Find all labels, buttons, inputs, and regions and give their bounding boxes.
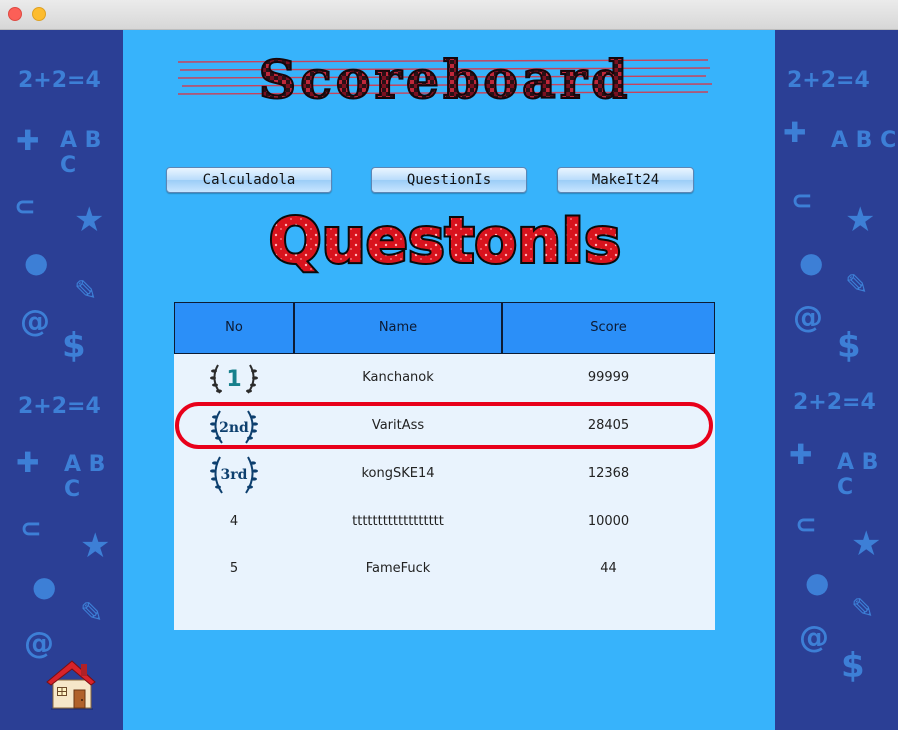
makeit24-button[interactable]: MakeIt24 — [557, 167, 694, 193]
rank-label: 3rd — [221, 467, 248, 483]
math-text: 2+2=4 — [18, 394, 101, 419]
column-header-score[interactable]: Score — [502, 302, 715, 354]
pencil-icon: ✎ — [80, 596, 104, 629]
player-name: FameFuck — [365, 561, 431, 576]
scoreboard-title: Scoreboard — [178, 49, 713, 108]
table-row[interactable]: 1 Kanchanok 99999 — [174, 354, 715, 402]
player-name: VaritAss — [371, 418, 425, 433]
paperclip-icon: ⊂ — [795, 510, 817, 540]
spiral-icon: @ — [24, 626, 54, 661]
right-decor-panel: 2+2=4 ✚ A B C ⊂ ★ ● ✎ @ $ 2+2=4 ✚ A B C … — [775, 30, 898, 730]
scoreboard-title-text: Scoreboard — [259, 50, 632, 108]
puzzle-icon: ✚ — [16, 124, 40, 157]
rank-cell: 3rd — [174, 450, 294, 498]
star-icon: ★ — [845, 200, 876, 240]
math-text: 2+2=4 — [18, 68, 101, 93]
player-name: kongSKE14 — [361, 466, 435, 481]
minimize-window-button[interactable] — [32, 7, 46, 21]
rank-cell: 1 — [174, 354, 294, 402]
table-row[interactable]: 2nd VaritAss 28405 — [174, 402, 715, 450]
puzzle-icon: ✚ — [783, 116, 807, 149]
dollar-icon: $ — [62, 326, 86, 366]
dollar-icon: $ — [837, 326, 861, 366]
column-header-no[interactable]: No — [174, 302, 294, 354]
table-row[interactable]: 4 tttttttttttttttttt 10000 — [174, 498, 715, 546]
player-score: 10000 — [587, 514, 630, 529]
pencil-icon: ✎ — [845, 268, 869, 301]
questionis-button[interactable]: QuestionIs — [371, 167, 527, 193]
abc-text: A B C — [60, 128, 102, 178]
table-row[interactable]: 5 FameFuck 44 — [174, 545, 715, 593]
star-icon: ★ — [80, 526, 111, 566]
table-row[interactable]: 3rd kongSKE14 12368 — [174, 450, 715, 498]
column-header-name[interactable]: Name — [294, 302, 502, 354]
table-header: No Name Score — [174, 302, 715, 354]
puzzle-icon: ✚ — [789, 438, 813, 471]
player-score: 28405 — [587, 418, 630, 433]
player-score: 12368 — [587, 466, 630, 481]
rank-cell: 2nd — [174, 402, 294, 450]
first-place-laurel-icon: 1 — [210, 364, 258, 394]
spiral-icon: @ — [799, 620, 829, 655]
close-window-button[interactable] — [8, 7, 22, 21]
pencil-icon: ✎ — [851, 592, 875, 625]
pencil-icon: ✎ — [74, 274, 98, 307]
third-place-laurel-icon: 3rd — [210, 456, 258, 494]
abc-text: A B C — [831, 128, 897, 153]
paperclip-icon: ⊂ — [791, 186, 813, 216]
left-decor-panel: 2+2=4 ✚ A B C ⊂ ★ ● ✎ @ $ 2+2=4 ✚ A B C … — [0, 30, 123, 730]
dollar-icon: $ — [841, 646, 865, 686]
calculadola-button[interactable]: Calculadola — [166, 167, 332, 193]
rank-label: 2nd — [219, 420, 249, 436]
abc-text: A B C — [837, 450, 879, 500]
window-titlebar — [0, 0, 898, 30]
spiral-icon: @ — [20, 304, 50, 339]
apple-icon: ● — [32, 570, 57, 603]
star-icon: ★ — [74, 200, 105, 240]
puzzle-icon: ✚ — [16, 446, 40, 479]
scoreboard-main: Scoreboard Calculadola QuestionIs MakeIt… — [123, 30, 775, 730]
math-text: 2+2=4 — [787, 68, 870, 93]
spiral-icon: @ — [793, 300, 823, 335]
home-icon[interactable] — [45, 658, 97, 710]
player-score: 99999 — [587, 370, 630, 385]
paperclip-icon: ⊂ — [14, 192, 36, 222]
second-place-laurel-icon: 2nd — [210, 410, 258, 444]
paperclip-icon: ⊂ — [20, 514, 42, 544]
apple-icon: ● — [24, 246, 49, 279]
abc-text: A B C — [64, 452, 106, 502]
player-name: tttttttttttttttttt — [352, 514, 444, 529]
player-score: 44 — [600, 561, 617, 576]
apple-icon: ● — [799, 246, 824, 279]
rank-number: 4 — [229, 514, 239, 529]
rank-label: 1 — [226, 367, 241, 392]
rank-number: 5 — [229, 561, 239, 576]
selected-game-title-text: QuestonIs — [269, 204, 621, 277]
apple-icon: ● — [805, 566, 830, 599]
star-icon: ★ — [851, 524, 882, 564]
scoreboard-table: No Name Score 1 Kanchanok 99999 2nd Vari… — [174, 302, 715, 630]
player-name: Kanchanok — [362, 370, 434, 385]
selected-game-title: QuestonIs — [267, 202, 623, 279]
math-text: 2+2=4 — [793, 390, 876, 415]
